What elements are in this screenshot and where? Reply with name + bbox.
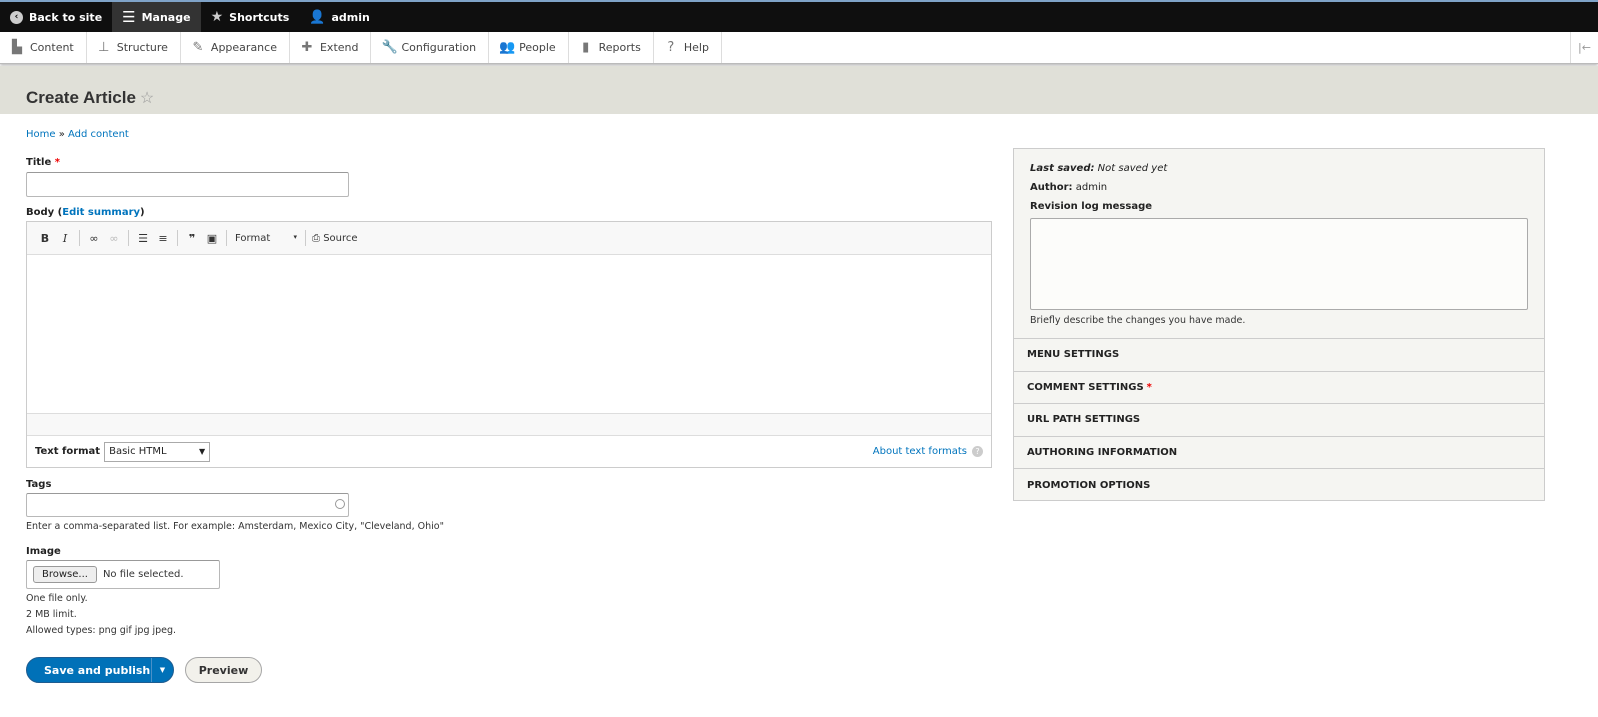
revision-log-label: Revision log message <box>1030 201 1153 212</box>
details-url-path-settings[interactable]: URL PATH SETTINGS <box>1014 404 1544 437</box>
image-file-input[interactable]: Browse... No file selected. <box>26 560 220 589</box>
shortcuts-tab[interactable]: ★ Shortcuts <box>201 2 300 32</box>
user-icon: 👤 <box>309 9 326 25</box>
user-tab[interactable]: 👤 admin <box>299 2 380 32</box>
numbered-list-icon[interactable]: ≡ <box>153 232 173 245</box>
caret-down-icon: ▾ <box>293 232 297 241</box>
preview-button[interactable]: Preview <box>185 657 262 683</box>
revision-log-textarea[interactable] <box>1030 218 1528 310</box>
caret-down-icon: ▼ <box>198 447 206 456</box>
source-icon: ⎙ <box>312 232 320 244</box>
brush-icon: ✎ <box>192 40 204 55</box>
details-promotion-options[interactable]: PROMOTION OPTIONS <box>1014 469 1544 502</box>
star-icon: ★ <box>210 9 224 25</box>
source-button[interactable]: ⎙ Source <box>310 233 358 244</box>
editor-toolbar: B I ∞ ∞ ☰ ≡ ❞ ▣ Format ▾ ⎙ Source <box>27 222 991 255</box>
bar-chart-icon: ▮ <box>582 40 590 55</box>
nav-item-content[interactable]: ▙ Content <box>0 32 87 63</box>
save-and-publish-button[interactable]: Save and publish ▼ <box>26 657 174 683</box>
details-menu-settings[interactable]: MENU SETTINGS <box>1014 339 1544 372</box>
back-to-site-link[interactable]: ‹ Back to site <box>0 2 112 32</box>
manage-tray: ▙ Content ⊥ Structure ✎ Appearance ✚ Extend 🔧 Con… <box>0 32 1598 64</box>
people-icon: 👥 <box>499 40 516 55</box>
image-label: Image <box>26 546 61 557</box>
tags-input[interactable] <box>26 493 349 517</box>
revision-log-description: Briefly describe the changes you have ma… <box>1030 315 1246 326</box>
details-comment-settings[interactable]: COMMENT SETTINGS * <box>1014 372 1544 405</box>
page-header: Create Article ☆ <box>0 66 1598 114</box>
details-authoring-information[interactable]: AUTHORING INFORMATION <box>1014 437 1544 470</box>
bulleted-list-icon[interactable]: ☰ <box>133 232 153 245</box>
collapse-tray-icon[interactable]: |← <box>1570 32 1598 63</box>
body-editor: B I ∞ ∞ ☰ ≡ ❞ ▣ Format ▾ ⎙ Source Text fo… <box>26 221 992 468</box>
entity-meta-sidebar: Last saved: Not saved yet Author: admin … <box>1013 148 1545 501</box>
author: Author: admin <box>1030 182 1108 193</box>
nav-item-configuration[interactable]: 🔧 Configuration <box>371 32 490 63</box>
browse-button[interactable]: Browse... <box>33 566 97 583</box>
link-icon[interactable]: ∞ <box>84 232 104 245</box>
nav-item-help[interactable]: ? Help <box>654 32 722 63</box>
file-icon: ▙ <box>12 40 22 55</box>
title-input[interactable] <box>26 172 349 197</box>
nav-item-people[interactable]: 👥 People <box>489 32 569 63</box>
tags-label: Tags <box>26 479 52 490</box>
blockquote-icon[interactable]: ❞ <box>182 232 202 245</box>
nav-item-appearance[interactable]: ✎ Appearance <box>181 32 290 63</box>
chevron-left-icon: ‹ <box>10 10 23 24</box>
nav-item-structure[interactable]: ⊥ Structure <box>87 32 181 63</box>
italic-button[interactable]: I <box>55 232 75 245</box>
about-text-formats-link[interactable]: About text formats <box>873 446 967 457</box>
nav-item-reports[interactable]: ▮ Reports <box>569 32 654 63</box>
sitemap-icon: ⊥ <box>98 40 110 55</box>
body-label: Body (Edit summary) <box>26 207 145 218</box>
menu-icon: ☰ <box>122 8 136 26</box>
breadcrumb-home[interactable]: Home <box>26 129 56 140</box>
bold-button[interactable]: B <box>35 232 55 245</box>
tags-description: Enter a comma-separated list. For exampl… <box>26 521 444 532</box>
title-label: Title * <box>26 157 60 168</box>
breadcrumb-add-content[interactable]: Add content <box>68 129 129 140</box>
last-saved: Last saved: Not saved yet <box>1030 163 1168 174</box>
wrench-icon: 🔧 <box>381 40 398 55</box>
help-icon: ? <box>667 40 675 55</box>
autocomplete-icon <box>335 499 345 509</box>
puzzle-icon: ✚ <box>301 40 313 55</box>
nav-item-extend[interactable]: ✚ Extend <box>290 32 372 63</box>
dropdown-toggle[interactable]: ▼ <box>151 658 173 682</box>
editor-path-bar <box>27 413 991 436</box>
admin-toolbar: ‹ Back to site ☰ Manage ★ Shortcuts 👤 admin <box>0 0 1598 32</box>
format-dropdown[interactable]: Format ▾ <box>231 233 301 244</box>
unlink-icon[interactable]: ∞ <box>104 232 124 245</box>
text-format-row: Text format Basic HTML ▼ About text forma… <box>27 436 991 467</box>
text-format-select[interactable]: Basic HTML ▼ <box>104 441 211 462</box>
shortcut-star-icon[interactable]: ☆ <box>140 90 154 107</box>
page-title: Create Article ☆ <box>26 88 155 107</box>
help-icon[interactable]: ? <box>972 446 983 457</box>
image-icon[interactable]: ▣ <box>202 232 222 245</box>
body-textarea[interactable] <box>27 255 991 413</box>
edit-summary-link[interactable]: Edit summary <box>62 207 140 218</box>
manage-tab[interactable]: ☰ Manage <box>112 2 201 32</box>
breadcrumb: Home » Add content <box>26 129 129 140</box>
